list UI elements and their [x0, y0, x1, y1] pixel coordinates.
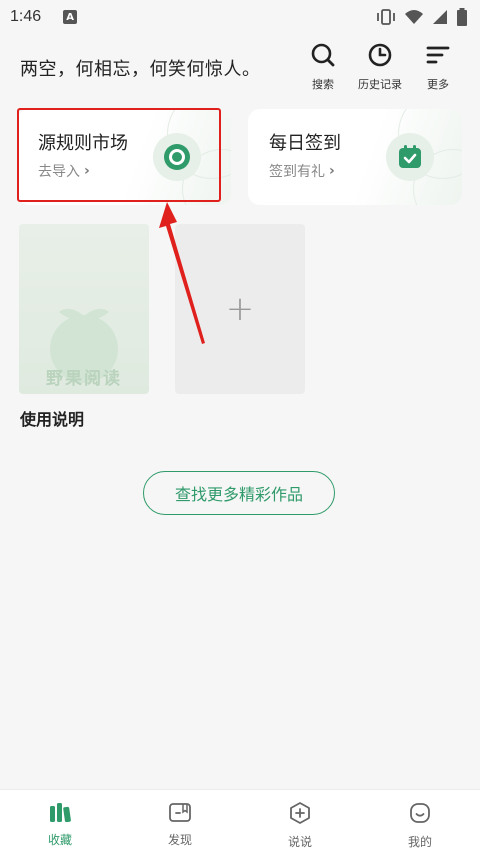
chevron-right-icon: ›: [84, 163, 90, 179]
vibrate-icon: [376, 9, 396, 25]
daily-signin-subtitle-text: 签到有礼: [269, 164, 325, 180]
plus-chat-icon: [288, 801, 312, 829]
red-arrow-annotation: [159, 202, 205, 344]
calendar-check-icon: [399, 145, 421, 168]
daily-signin-card[interactable]: 每日签到 签到有礼 ›: [248, 109, 462, 205]
nav-label-favorites: 收藏: [47, 833, 72, 847]
slogan-text: 两空，何相忘，何笑何惊人。: [20, 59, 261, 80]
search-icon: [310, 42, 336, 72]
history-button[interactable]: 历史记录: [350, 42, 410, 92]
source-market-subtitle-text: 去导入: [38, 164, 80, 180]
menu-icon: [425, 42, 451, 72]
source-market-title: 源规则市场: [38, 133, 128, 154]
status-bar: 1:46 A: [0, 0, 480, 34]
daily-signin-title: 每日签到: [269, 133, 341, 154]
more-label: 更多: [427, 78, 449, 91]
books-icon: [48, 801, 72, 827]
clock-icon: [367, 42, 393, 72]
book-title[interactable]: 使用说明: [20, 406, 84, 430]
book-cover[interactable]: 野果阅读: [19, 224, 149, 394]
search-button[interactable]: 搜索: [293, 42, 353, 92]
nav-item-discover[interactable]: 发现: [120, 790, 240, 853]
header: 两空，何相忘，何笑何惊人。 搜索 历史记录 更多: [0, 38, 480, 94]
book-open-icon: [168, 801, 192, 827]
battery-icon: [456, 8, 468, 26]
status-icons: [376, 8, 468, 26]
nav-label-discover: 发现: [167, 833, 192, 847]
smile-icon: [408, 801, 432, 829]
status-time: 1:46: [10, 8, 42, 25]
find-more-button[interactable]: 查找更多精彩作品: [143, 471, 335, 515]
plus-icon: +: [225, 289, 255, 329]
source-market-card[interactable]: 源规则市场 去导入 ›: [17, 109, 231, 205]
source-market-subtitle: 去导入 ›: [38, 161, 90, 181]
nav-label-posts: 说说: [287, 835, 312, 849]
search-label: 搜索: [312, 78, 334, 91]
daily-signin-icon: [386, 133, 434, 181]
source-market-icon: [153, 133, 201, 181]
history-label: 历史记录: [358, 78, 402, 91]
chevron-right-icon: ›: [329, 163, 335, 179]
cover-text: 野果阅读: [46, 369, 122, 389]
nav-item-favorites[interactable]: 收藏: [0, 790, 120, 853]
wifi-icon: [404, 9, 424, 25]
nav-item-posts[interactable]: 说说: [240, 790, 360, 853]
notification-badge: A: [63, 10, 78, 24]
more-button[interactable]: 更多: [408, 42, 468, 92]
nav-label-mine: 我的: [407, 835, 432, 849]
daily-signin-subtitle: 签到有礼 ›: [269, 161, 335, 181]
signal-icon: [432, 9, 448, 25]
bottom-nav: 收藏 发现 说说 我的: [0, 789, 480, 853]
nav-item-mine[interactable]: 我的: [360, 790, 480, 853]
target-icon: [164, 144, 190, 170]
